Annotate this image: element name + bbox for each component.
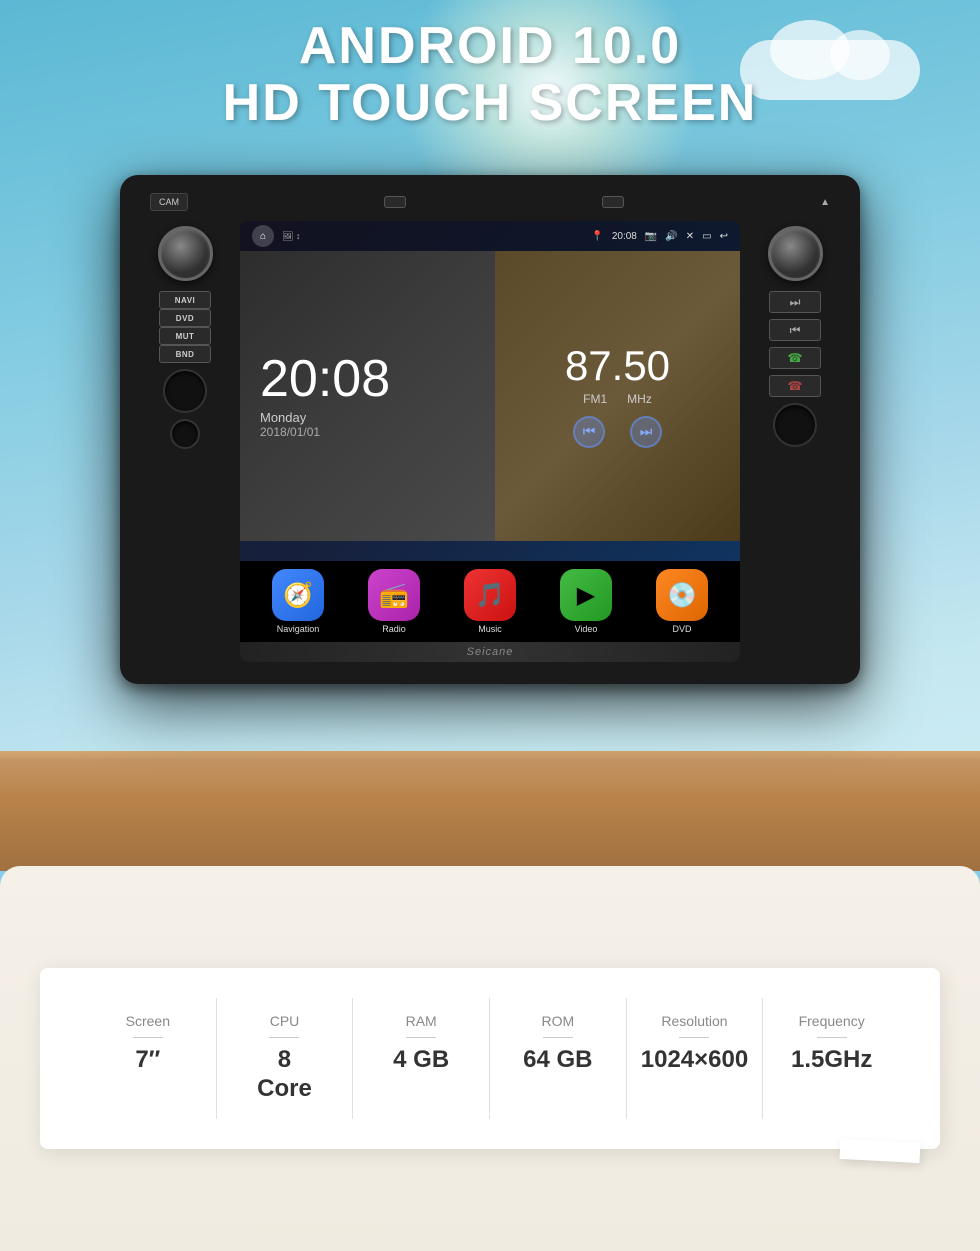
spec-value: 7″	[135, 1046, 160, 1075]
app-icon-music[interactable]: 🎵 Music	[464, 569, 516, 634]
status-time: 20:08	[612, 231, 637, 242]
right-knob[interactable]	[768, 226, 823, 281]
app-icon-box-navigation: 🧭	[272, 569, 324, 621]
specs-grid: Screen 7″ CPU 8 Core RAM 4 GB ROM 64 GB Resoluti…	[80, 998, 900, 1119]
radio-main-area: NAVIDVDMUTBND ⌂ 🖼 ↕ 📍 20:08	[140, 221, 840, 662]
app-icon-label-navigation: Navigation	[277, 624, 320, 634]
clock-day: Monday	[260, 410, 475, 425]
android-screen: ⌂ 🖼 ↕ 📍 20:08 📷 🔊 ✕ ▭ ↩	[240, 221, 740, 561]
spec-item-cpu: CPU 8 Core	[217, 998, 354, 1119]
spec-label: RAM	[406, 1013, 437, 1029]
clock-widget: 20:08 Monday 2018/01/01	[240, 251, 495, 541]
spec-item-frequency: Frequency 1.5GHz	[763, 998, 900, 1119]
title-section: ANDROID 10.0 HD TOUCH SCREEN	[0, 18, 980, 132]
status-icons: 🖼 ↕	[282, 231, 300, 242]
app-icon-label-dvd: DVD	[672, 624, 691, 634]
spec-value: 8 Core	[257, 1046, 312, 1104]
radio-widget: 87.50 FM1 MHz ⏮ ⏭	[495, 251, 740, 541]
spec-label: CPU	[270, 1013, 300, 1029]
spec-divider	[817, 1037, 847, 1038]
spec-value: 4 GB	[393, 1046, 449, 1075]
status-bar-left: ⌂ 🖼 ↕	[252, 225, 300, 247]
spec-item-ram: RAM 4 GB	[353, 998, 490, 1119]
spec-divider	[133, 1037, 163, 1038]
app-icon-video[interactable]: ▶ Video	[560, 569, 612, 634]
top-button-1[interactable]	[384, 196, 406, 208]
seicane-watermark: Seicane	[240, 642, 740, 662]
spec-label: Frequency	[799, 1013, 865, 1029]
right-controls: ⏭ ⏮ ☎ ☎	[750, 221, 840, 662]
spec-divider	[679, 1037, 709, 1038]
side-button-mut[interactable]: MUT	[159, 327, 211, 345]
radio-unit: MHz	[627, 392, 652, 406]
right-hole-big	[773, 403, 817, 447]
radio-top-bar: CAM ▲	[140, 193, 840, 211]
app-icon-radio[interactable]: 📻 Radio	[368, 569, 420, 634]
app-icon-box-video: ▶	[560, 569, 612, 621]
back-icon: ↩	[720, 231, 728, 242]
app-icons-row: 🧭 Navigation 📻 Radio 🎵 Music ▶ Video 💿 DVD	[240, 561, 740, 642]
spec-divider	[406, 1037, 436, 1038]
radio-frequency: 87.50	[565, 345, 670, 387]
spec-divider	[269, 1037, 299, 1038]
top-button-2[interactable]	[602, 196, 624, 208]
speaker-icon: 🔊	[665, 231, 677, 242]
radio-label: FM1 MHz	[583, 392, 652, 406]
spec-value: 1.5GHz	[791, 1046, 872, 1075]
close-icon: ✕	[686, 231, 694, 242]
radio-unit: CAM ▲ NAVIDVDMUTBND ⌂	[120, 175, 860, 684]
status-bar: ⌂ 🖼 ↕ 📍 20:08 📷 🔊 ✕ ▭ ↩	[240, 221, 740, 251]
radio-outer-frame: CAM ▲ NAVIDVDMUTBND ⌂	[120, 175, 860, 684]
radio-station: FM1	[583, 392, 607, 406]
title-line1: ANDROID 10.0	[0, 18, 980, 75]
spec-label: Resolution	[661, 1013, 727, 1029]
spec-divider	[543, 1037, 573, 1038]
spec-label: ROM	[541, 1013, 574, 1029]
spec-value: 1024×600	[641, 1046, 748, 1075]
desk-surface	[0, 751, 980, 871]
app-icon-label-video: Video	[575, 624, 598, 634]
phone-answer-button[interactable]: ☎	[769, 347, 821, 369]
eject-button[interactable]: ▲	[820, 197, 830, 208]
side-button-bnd[interactable]: BND	[159, 345, 211, 363]
window-icon: ▭	[702, 231, 711, 242]
left-hole-small	[170, 419, 200, 449]
home-button[interactable]: ⌂	[252, 225, 274, 247]
left-knob[interactable]	[158, 226, 213, 281]
left-controls: NAVIDVDMUTBND	[140, 221, 230, 662]
cam-button[interactable]: CAM	[150, 193, 188, 211]
clock-time: 20:08	[260, 353, 475, 405]
camera-icon: 📷	[645, 231, 657, 242]
app-icon-navigation[interactable]: 🧭 Navigation	[272, 569, 324, 634]
app-icon-box-dvd: 💿	[656, 569, 708, 621]
spec-label: Screen	[126, 1013, 170, 1029]
app-icon-label-radio: Radio	[382, 624, 406, 634]
left-hole-big	[163, 369, 207, 413]
next-station-button[interactable]: ⏭	[630, 416, 662, 448]
specs-section: Screen 7″ CPU 8 Core RAM 4 GB ROM 64 GB Resoluti…	[0, 866, 980, 1251]
side-button-navi[interactable]: NAVI	[159, 291, 211, 309]
spec-value: 64 GB	[523, 1046, 592, 1075]
spec-item-rom: ROM 64 GB	[490, 998, 627, 1119]
app-icon-box-radio: 📻	[368, 569, 420, 621]
prev-station-button[interactable]: ⏮	[573, 416, 605, 448]
screen-widgets: 20:08 Monday 2018/01/01 87.50 FM1 MHz ⏮	[240, 251, 740, 541]
app-icon-box-music: 🎵	[464, 569, 516, 621]
phone-end-button[interactable]: ☎	[769, 375, 821, 397]
radio-controls: ⏮ ⏭	[573, 416, 662, 448]
location-icon: 📍	[591, 231, 603, 242]
skip-forward-button[interactable]: ⏭	[769, 291, 821, 313]
side-button-dvd[interactable]: DVD	[159, 309, 211, 327]
specs-paper: Screen 7″ CPU 8 Core RAM 4 GB ROM 64 GB Resoluti…	[40, 968, 940, 1149]
spec-item-screen: Screen 7″	[80, 998, 217, 1119]
clock-date: 2018/01/01	[260, 425, 475, 439]
title-line2: HD TOUCH SCREEN	[0, 75, 980, 132]
spec-item-resolution: Resolution 1024×600	[627, 998, 764, 1119]
skip-back-button[interactable]: ⏮	[769, 319, 821, 341]
app-icon-dvd[interactable]: 💿 DVD	[656, 569, 708, 634]
screen-wrapper: ⌂ 🖼 ↕ 📍 20:08 📷 🔊 ✕ ▭ ↩	[240, 221, 740, 662]
app-icon-label-music: Music	[478, 624, 502, 634]
status-bar-right: 📍 20:08 📷 🔊 ✕ ▭ ↩	[591, 231, 728, 242]
